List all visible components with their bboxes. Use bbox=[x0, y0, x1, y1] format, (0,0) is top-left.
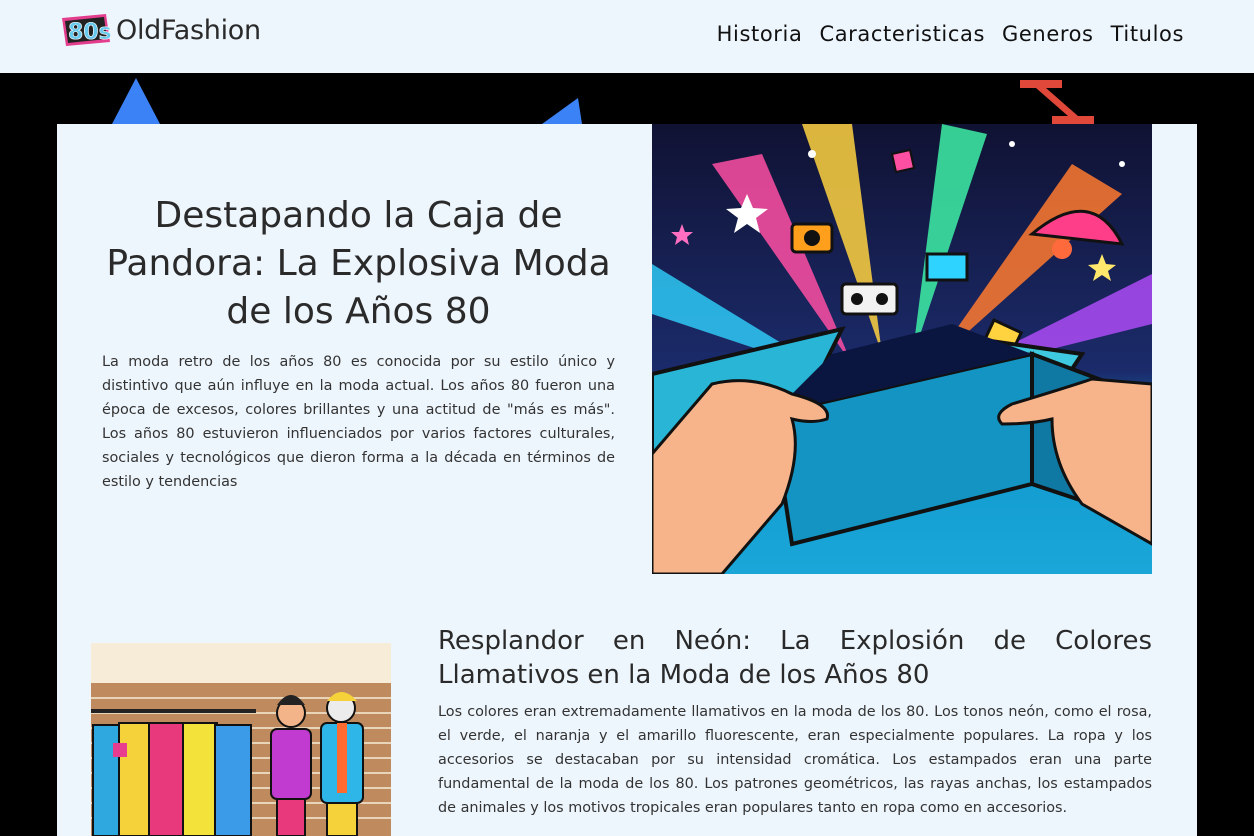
logo-80s-icon: 80s bbox=[62, 14, 112, 46]
nav-link-caracteristicas[interactable]: Caracteristicas bbox=[819, 22, 985, 46]
hero-text: La moda retro de los años 80 es conocida… bbox=[102, 354, 615, 490]
nav-menu: Historia Caracteristicas Generos Titulos bbox=[717, 22, 1184, 46]
brand[interactable]: 80s OldFashion bbox=[60, 12, 261, 48]
blue-triangle-shape-2 bbox=[542, 98, 582, 124]
navbar: 80s OldFashion Historia Caracteristicas … bbox=[0, 0, 1254, 73]
nav-link-historia[interactable]: Historia bbox=[717, 22, 803, 46]
neon-clothes-illustration bbox=[91, 643, 391, 836]
section-title: Resplandor en Neón: La Explosión de Colo… bbox=[438, 626, 1152, 690]
red-zigzag-shape bbox=[1020, 80, 1094, 124]
blue-triangle-shape bbox=[112, 78, 160, 124]
logo-text: 80s bbox=[68, 20, 112, 45]
nav-link-titulos[interactable]: Titulos bbox=[1111, 22, 1184, 46]
content-panel: Destapando la Caja de Pandora: La Explos… bbox=[57, 124, 1197, 836]
brand-name: OldFashion bbox=[116, 14, 261, 46]
section-text: Los colores eran extremadamente llamativ… bbox=[438, 704, 1152, 816]
nav-link-generos[interactable]: Generos bbox=[1002, 22, 1094, 46]
hero-title: Destapando la Caja de Pandora: La Explos… bbox=[106, 195, 611, 332]
pandora-box-illustration bbox=[652, 124, 1152, 574]
